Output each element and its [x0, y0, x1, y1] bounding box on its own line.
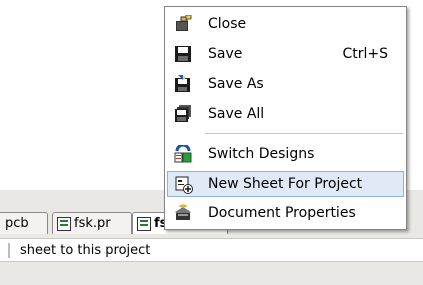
- menu-item-save-as[interactable]: Save As: [167, 71, 404, 97]
- save-all-icon: [175, 105, 191, 122]
- menu-item-new-sheet-for-project[interactable]: New Sheet For Project: [167, 171, 404, 197]
- menu-item-switch-designs[interactable]: Switch Designs: [167, 141, 404, 167]
- tab-label: pcb: [5, 216, 29, 231]
- new-sheet-icon: [175, 176, 193, 194]
- menu-item-label: Save: [208, 46, 243, 62]
- status-bar-text: sheet to this project: [20, 242, 151, 258]
- schematic-file-icon: [137, 216, 151, 231]
- menu-item-close[interactable]: Close: [167, 11, 404, 37]
- menu-item-label: Close: [208, 16, 247, 32]
- menu-item-label: Save All: [208, 106, 265, 122]
- menu-item-label: Save As: [208, 76, 264, 92]
- menu-item-label: Document Properties: [208, 205, 356, 221]
- menu-item-save-all[interactable]: Save All: [167, 101, 404, 127]
- menu-item-save[interactable]: Save Ctrl+S: [167, 41, 404, 67]
- floppy-disk-icon: [175, 46, 191, 62]
- status-bar: sheet to this project: [0, 238, 423, 262]
- menu-item-label: Switch Designs: [208, 146, 315, 162]
- tab-pcb[interactable]: pcb: [0, 212, 48, 234]
- menu-separator: [205, 133, 403, 134]
- switch-designs-icon: [174, 145, 192, 163]
- close-file-icon: [176, 15, 192, 31]
- tab-fsk-prj[interactable]: fsk.pr: [52, 212, 132, 234]
- menu-item-shortcut: Ctrl+S: [342, 46, 388, 62]
- context-menu: Close Save Ctrl+S Save As Save All Switc…: [164, 6, 407, 230]
- save-as-icon: [175, 75, 190, 92]
- document-properties-icon: [175, 204, 191, 220]
- menu-item-label: New Sheet For Project: [208, 176, 363, 192]
- project-file-icon: [57, 216, 71, 231]
- status-bar-divider: [8, 243, 10, 258]
- tab-label: fsk.pr: [74, 216, 111, 231]
- menu-item-document-properties[interactable]: Document Properties: [167, 200, 404, 226]
